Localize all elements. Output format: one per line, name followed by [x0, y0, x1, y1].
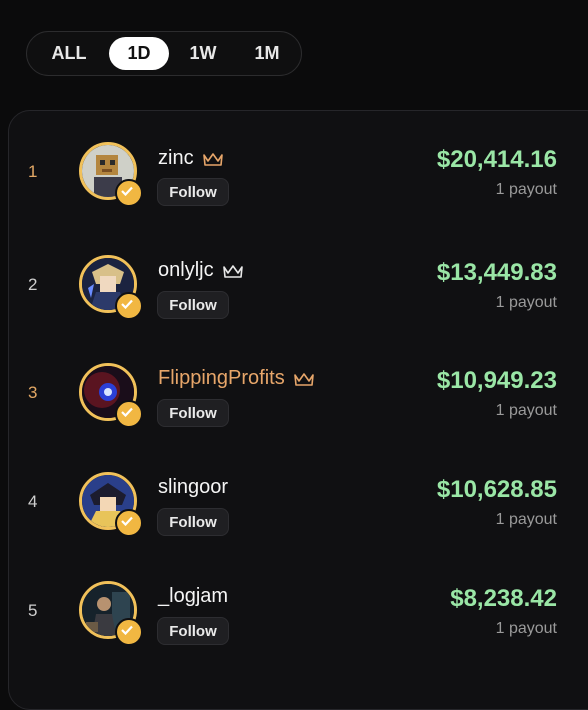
payout-count: 1 payout — [495, 294, 557, 311]
follow-button[interactable]: Follow — [157, 617, 229, 645]
payout-amount: $8,238.42 — [450, 585, 557, 612]
username-text: onlyljc — [158, 259, 214, 281]
rank-number: 2 — [28, 275, 38, 294]
username-text: zinc — [158, 147, 194, 169]
username-text: FlippingProfits — [158, 367, 285, 389]
verified-badge-icon — [115, 292, 143, 320]
verified-badge-icon — [115, 179, 143, 207]
payout-count: 1 payout — [495, 402, 557, 419]
leaderboard-row: 2 onlyljc Follow $13,449.83 1 payout — [0, 237, 588, 337]
username[interactable]: FlippingProfits — [158, 367, 315, 390]
payout-amount: $10,949.23 — [436, 367, 557, 394]
payout-amount: $13,449.83 — [436, 259, 557, 286]
tab-all[interactable]: ALL — [39, 37, 99, 70]
tab-1w[interactable]: 1W — [173, 37, 233, 70]
payout-count: 1 payout — [495, 181, 557, 198]
time-range-tabs: ALL 1D 1W 1M — [26, 31, 302, 76]
username[interactable]: slingoor — [158, 476, 228, 499]
crown-icon — [222, 264, 243, 278]
payout-count: 1 payout — [495, 511, 557, 528]
verified-badge-icon — [115, 618, 143, 646]
follow-button[interactable]: Follow — [157, 508, 229, 536]
username[interactable]: onlyljc — [158, 259, 244, 282]
follow-button[interactable]: Follow — [157, 291, 229, 319]
rank-number: 5 — [28, 601, 38, 620]
payout-count: 1 payout — [495, 620, 557, 637]
follow-button[interactable]: Follow — [157, 399, 229, 427]
crown-icon — [293, 372, 314, 386]
verified-badge-icon — [115, 509, 143, 537]
leaderboard-row: 3 FlippingProfits Follow $10,949.23 1 pa… — [0, 345, 588, 445]
tab-1m[interactable]: 1M — [237, 37, 297, 70]
crown-icon — [202, 152, 223, 166]
payout-amount: $10,628.85 — [436, 476, 557, 503]
tab-1d[interactable]: 1D — [109, 37, 169, 70]
verified-badge-icon — [115, 400, 143, 428]
rank-number: 3 — [28, 383, 38, 402]
follow-button[interactable]: Follow — [157, 178, 229, 206]
leaderboard-row: 1 zinc Follow $20,414.16 1 payout — [0, 124, 588, 224]
payout-amount: $20,414.16 — [436, 146, 557, 173]
username[interactable]: zinc — [158, 147, 224, 170]
username[interactable]: _logjam — [158, 585, 228, 608]
rank-number: 1 — [28, 162, 38, 181]
leaderboard-row: 4 slingoor Follow $10,628.85 1 payout — [0, 454, 588, 554]
leaderboard-row: 5 _logjam Follow $8,238.42 1 payout — [0, 563, 588, 663]
rank-number: 4 — [28, 492, 38, 511]
